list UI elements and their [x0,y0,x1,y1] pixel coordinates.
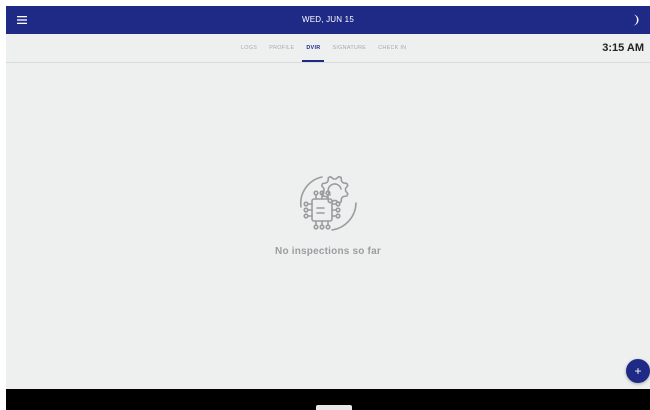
night-mode-button[interactable] [626,11,644,29]
tab-signature[interactable]: SIGNATURE [326,34,372,62]
tab-logs[interactable]: LOGS [235,34,263,62]
screen: WED, JUN 15 LOGS PROFILE DVIR SIGNATURE … [0,0,650,410]
home-indicator[interactable] [316,405,352,410]
tabs: LOGS PROFILE DVIR SIGNATURE CHECK IN [235,34,412,62]
tab-check-in[interactable]: CHECK IN [372,34,412,62]
gear-chip-icon [299,175,357,231]
current-date: WED, JUN 15 [302,15,354,24]
empty-state-message: No inspections so far [275,246,381,257]
empty-state: No inspections so far [6,167,650,257]
plus-icon: + [634,364,642,378]
top-app-bar: WED, JUN 15 [6,6,650,34]
tab-dvir[interactable]: DVIR [300,34,326,62]
tab-profile[interactable]: PROFILE [263,34,300,62]
add-inspection-button[interactable]: + [626,359,650,383]
moon-icon [633,14,639,26]
system-navigation-bar [6,389,650,410]
clock: 3:15 AM [602,42,644,54]
app-window: WED, JUN 15 LOGS PROFILE DVIR SIGNATURE … [6,6,650,389]
tab-bar: LOGS PROFILE DVIR SIGNATURE CHECK IN 3:1… [6,34,650,63]
